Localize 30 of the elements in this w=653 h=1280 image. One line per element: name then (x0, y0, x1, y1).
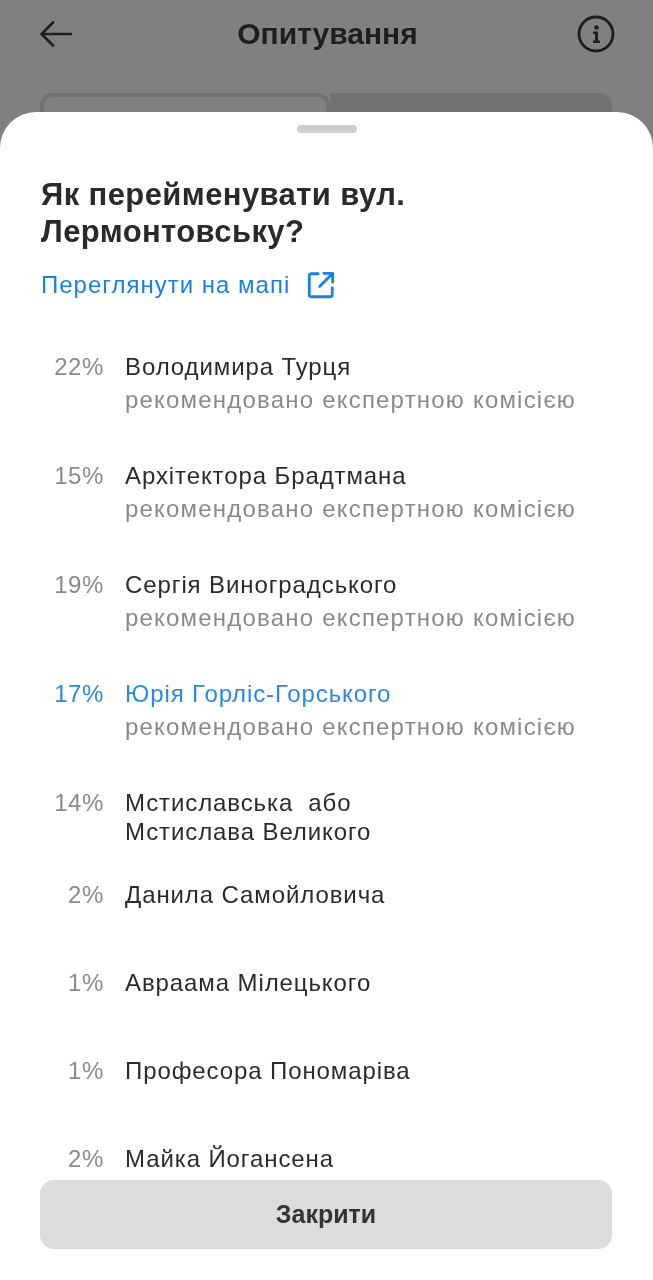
vote-percentage: 14% (53, 788, 104, 817)
option-name: Професора Пономаріва (125, 1056, 411, 1085)
option-name: Мстиславська або Мстислава Великого (125, 788, 372, 846)
option-note: рекомендовано експертною комісією (125, 385, 577, 414)
option-note: рекомендовано експертною комісією (125, 603, 577, 632)
option-name: Сергія Виноградського (125, 570, 399, 599)
option-name: Авраама Мілецького (125, 968, 372, 997)
option-name: Архітектора Брадтмана (125, 461, 408, 490)
question-title: Як перейменувати вул. Лермонтовську? (41, 176, 407, 250)
vote-percentage: 1% (67, 968, 104, 997)
option-name: Володимира Турця (125, 352, 353, 381)
vote-percentage: 2% (67, 1144, 104, 1173)
vote-percentage: 1% (67, 1056, 104, 1085)
external-link-icon (306, 270, 337, 300)
option-name: Данила Самойловича (125, 880, 386, 909)
option-note: рекомендовано експертною комісією (125, 712, 577, 741)
info-icon[interactable] (577, 15, 615, 53)
option-note: рекомендовано експертною комісією (125, 494, 577, 523)
vote-percentage: 15% (53, 461, 104, 490)
vote-percentage: 2% (67, 880, 104, 909)
vote-percentage: 17% (53, 679, 104, 708)
option-name: Майка Йогансена (125, 1144, 334, 1173)
back-arrow-icon[interactable] (40, 21, 72, 47)
drag-handle[interactable] (296, 125, 357, 133)
option-name: Юрія Горліс-Горського (125, 679, 393, 708)
close-button[interactable]: Закрити (40, 1180, 612, 1249)
vote-percentage: 19% (53, 570, 104, 599)
map-link[interactable]: Переглянути на мапі (41, 270, 337, 300)
vote-percentage: 22% (53, 352, 104, 381)
screen-title: Опитування (236, 17, 419, 51)
